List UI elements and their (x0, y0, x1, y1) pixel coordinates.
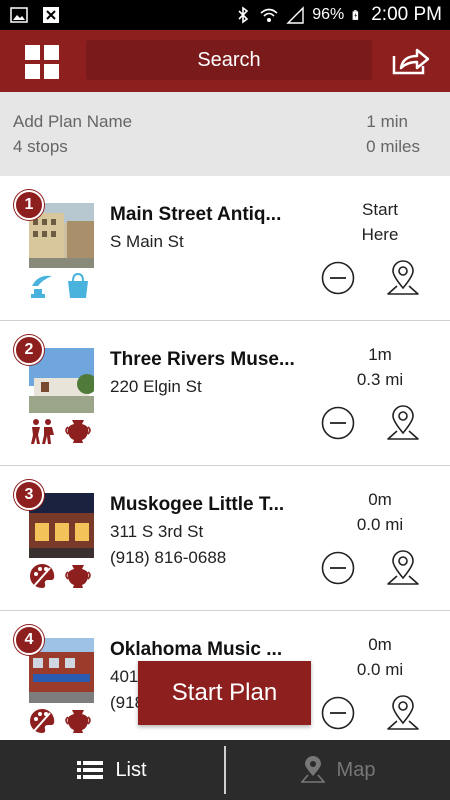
map-pin-icon (300, 756, 325, 783)
map-pin-icon[interactable] (385, 548, 421, 588)
stop-number-badge: 4 (14, 625, 44, 655)
map-pin-icon[interactable] (385, 403, 421, 443)
stop-title: Oklahoma Music ... (110, 639, 283, 660)
people-icon (31, 419, 54, 444)
tab-map-label: Map (336, 758, 376, 781)
plan-total-time: 1 min (366, 112, 408, 131)
remove-stop-icon[interactable] (321, 261, 355, 295)
arts-palette-icon (30, 708, 55, 733)
stop-number-badge: 2 (14, 335, 44, 365)
stop-address: 311 S 3rd St (110, 522, 204, 541)
stop-time: 1m (368, 345, 392, 364)
tab-list[interactable]: List (0, 740, 224, 800)
stop-time: Start (362, 200, 398, 219)
remove-stop-icon[interactable] (321, 406, 355, 440)
stop-row[interactable]: 1 Main Street Antiq... S Main St Start H… (0, 176, 450, 321)
bottom-tab-bar: List Map (0, 740, 450, 800)
urn-icon (65, 710, 91, 733)
urn-icon (65, 420, 91, 443)
tab-map[interactable]: Map (226, 740, 450, 800)
share-icon[interactable] (391, 46, 431, 76)
stop-time: 0m (368, 635, 392, 654)
stop-distance: Here (361, 225, 399, 244)
stop-number-badge: 1 (14, 190, 44, 220)
stop-address: 220 Elgin St (110, 377, 202, 396)
map-pin-icon[interactable] (385, 258, 421, 298)
stop-row[interactable]: 2 Three Rivers Muse... 220 Elgin St 1m 0… (0, 321, 450, 466)
grid-menu-icon[interactable] (25, 45, 59, 79)
list-icon (77, 761, 104, 779)
search-button[interactable]: Search (86, 40, 372, 80)
urn-icon (65, 565, 91, 588)
shopping-bag-icon (68, 272, 88, 298)
stop-title: Muskogee Little T... (110, 494, 285, 515)
stop-phone[interactable]: (918) 816-0688 (110, 548, 226, 568)
status-bar: 96% 2:00 PM (0, 0, 450, 30)
stop-time: 0m (368, 490, 392, 509)
plan-name-field[interactable]: Add Plan Name (13, 112, 132, 132)
stop-number-badge: 3 (14, 480, 44, 510)
antiques-icon (31, 275, 52, 298)
image-icon (10, 7, 28, 23)
stop-address: S Main St (110, 232, 184, 251)
clock: 2:00 PM (371, 4, 442, 25)
tab-list-label: List (115, 758, 147, 781)
signal-icon (286, 6, 304, 24)
plan-total-distance: 0 miles (366, 137, 420, 156)
stop-distance: 0.0 mi (356, 515, 404, 534)
close-box-icon (43, 7, 59, 23)
plan-stop-count: 4 stops (13, 137, 68, 156)
battery-percent: 96% (312, 6, 345, 23)
arts-palette-icon (30, 563, 55, 588)
remove-stop-icon[interactable] (321, 551, 355, 585)
map-pin-icon[interactable] (385, 693, 421, 733)
start-plan-button[interactable]: Start Plan (138, 661, 311, 725)
app-bar: Search (0, 30, 450, 92)
stop-distance: 0.3 mi (356, 370, 404, 389)
stop-distance: 0.0 mi (356, 660, 404, 679)
battery-icon (352, 10, 359, 20)
wifi-icon (260, 8, 278, 22)
stop-title: Main Street Antiq... (110, 204, 282, 225)
remove-stop-icon[interactable] (321, 696, 355, 730)
stop-row[interactable]: 3 Muskogee Little T... 311 S 3rd St (918… (0, 466, 450, 611)
plan-header: Add Plan Name 4 stops 1 min 0 miles (0, 92, 450, 176)
bluetooth-icon (238, 6, 249, 24)
stop-address: 401 (110, 667, 139, 686)
stop-title: Three Rivers Muse... (110, 349, 295, 370)
